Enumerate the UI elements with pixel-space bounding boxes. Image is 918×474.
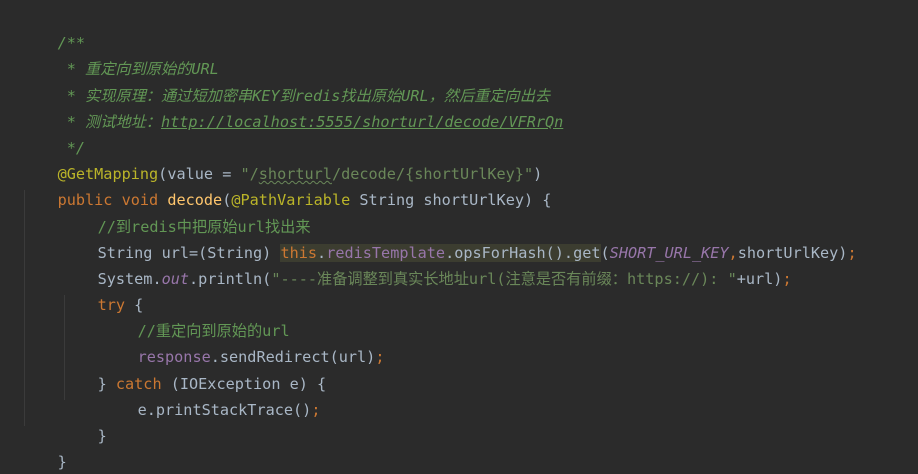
code-line-9[interactable]: String url=(String) this.redisTemplate.o… [0,214,918,262]
code-line-17[interactable]: } [0,423,918,471]
code-line-8[interactable]: //到redis中把原始url找出来 [0,187,918,236]
code-line-12[interactable]: //重定向到原始的url [0,292,918,340]
code-line-4[interactable]: * 测试地址：http://localhost:5555/shorturl/de… [0,83,918,131]
code-line-6[interactable]: @GetMapping(value = "/shorturl/decode/{s… [0,135,918,183]
code-line-11[interactable]: try { [0,266,918,314]
code-line-3[interactable]: * 实现原理：通过短加密串KEY到redis找出原始URL，然后重定向出去 [0,56,918,105]
brace-close: } [57,453,67,472]
code-line-1[interactable]: /** [0,4,918,52]
code-line-2[interactable]: * 重定向到原始的URL [0,30,918,78]
code-line-5[interactable]: */ [0,109,918,157]
code-line-16[interactable]: } [0,397,918,445]
code-line-7[interactable]: public void decode(@PathVariable String … [0,161,918,209]
code-line-13[interactable]: response.sendRedirect(url); [0,318,918,366]
code-line-15[interactable]: e.printStackTrace(); [0,371,918,419]
code-editor[interactable]: /** * 重定向到原始的URL * 实现原理：通过短加密串KEY到redis找… [0,0,918,474]
code-line-10[interactable]: System.out.println("----准备调整到真实长地址url(注意… [0,240,918,288]
code-line-14[interactable]: } catch (IOException e) { [0,344,918,393]
